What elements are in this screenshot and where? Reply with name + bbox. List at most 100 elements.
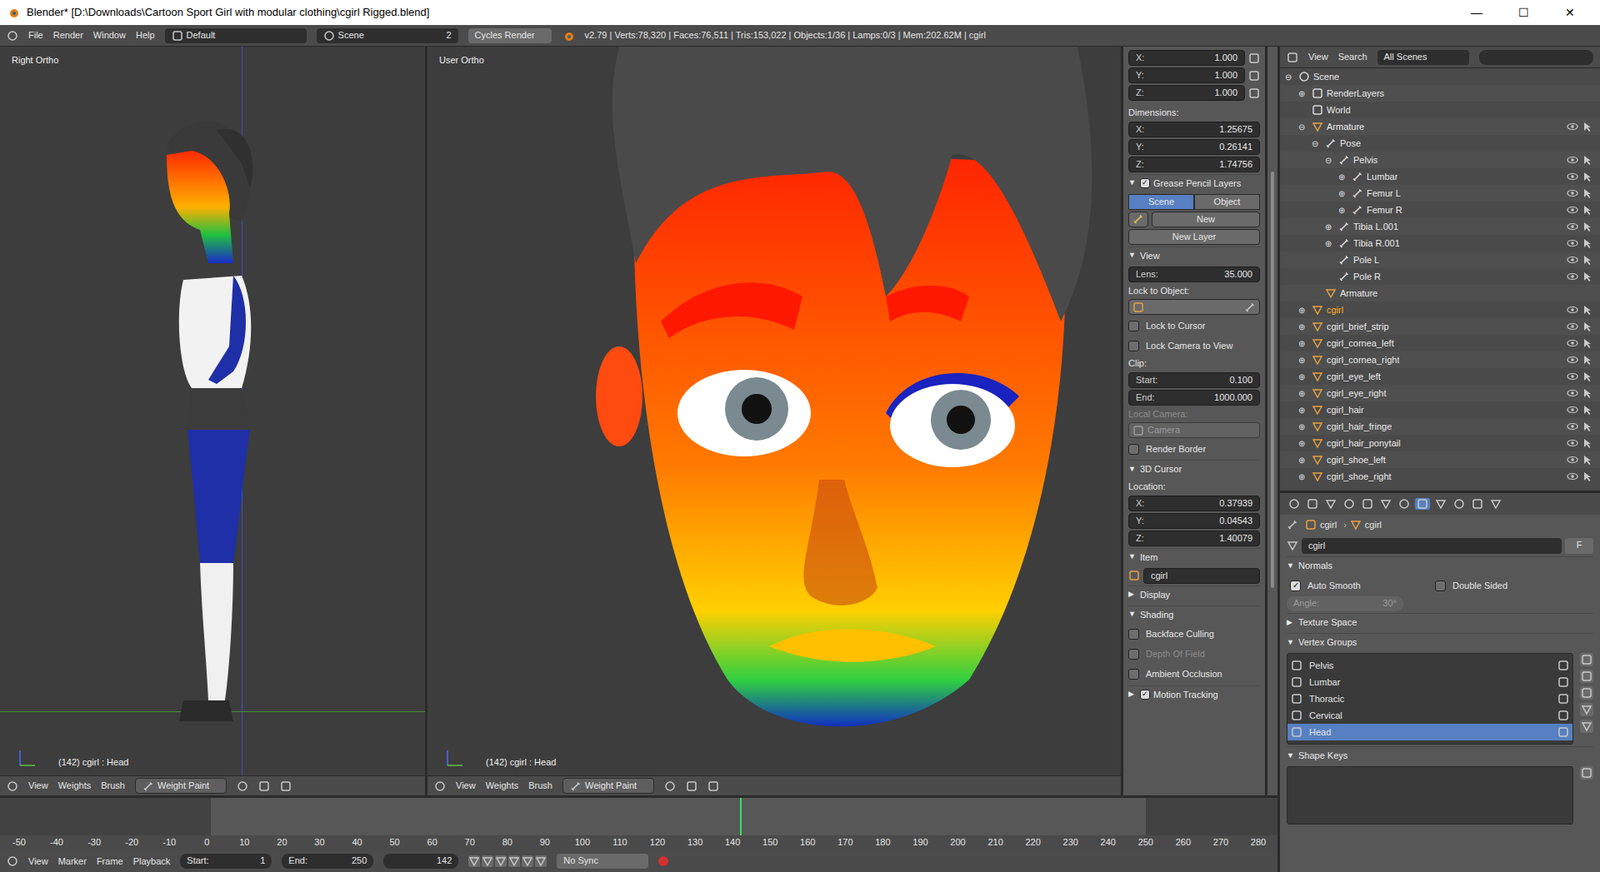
outliner-row[interactable]: ⊕Tibia R.001	[1280, 235, 1600, 252]
lock-object-field[interactable]	[1128, 299, 1260, 315]
vertex-group-row[interactable]: Lumbar	[1287, 674, 1573, 691]
dimension-field[interactable]: Z:1.74756	[1128, 156, 1260, 173]
cursor-field[interactable]: Y:0.04543	[1128, 513, 1260, 530]
mode-dropdown[interactable]: Weight Paint	[562, 778, 655, 795]
viewport-menu[interactable]: View	[28, 779, 49, 794]
main-menu[interactable]: Help	[135, 28, 155, 43]
outliner-row[interactable]: ⊖Pose	[1280, 135, 1600, 152]
vertex-group-row[interactable]: Thoracic	[1287, 690, 1573, 708]
layers-tab[interactable]	[1305, 498, 1320, 510]
dimension-field[interactable]: Y:0.26141	[1128, 139, 1260, 155]
viewport-menu[interactable]: Brush	[528, 779, 553, 794]
angle-field[interactable]: Angle:30°	[1286, 596, 1404, 612]
next-key-button[interactable]	[521, 855, 534, 868]
up-button[interactable]	[1580, 703, 1594, 717]
shading-checkbox[interactable]: ✓Depth Of Field	[1128, 645, 1260, 665]
search-field[interactable]	[1479, 50, 1594, 65]
normals-panel[interactable]: ▼Normals	[1286, 556, 1594, 575]
outliner-row[interactable]: ⊕Femur R	[1280, 201, 1600, 219]
timeline-ruler[interactable]: -50-40-30-20-100102030405060708090100110…	[0, 798, 1278, 851]
frame-field[interactable]: 142	[383, 854, 459, 870]
outliner-menu[interactable]: View	[1308, 50, 1329, 65]
view-checkbox[interactable]: ✓Lock Camera to View	[1128, 336, 1260, 355]
down-button[interactable]	[1580, 720, 1594, 734]
cursor-panel[interactable]: ▼3D Cursor	[1128, 460, 1260, 479]
outliner-row[interactable]: Armature	[1280, 285, 1600, 302]
window-control[interactable]: ☐	[1500, 4, 1547, 22]
shelf-scrollbar[interactable]	[1267, 46, 1278, 796]
view-checkbox[interactable]: ✓Lock to Cursor	[1128, 316, 1260, 335]
outliner-row[interactable]: ⊖Armature	[1280, 118, 1600, 135]
viewport-menu[interactable]: Weights	[485, 779, 520, 794]
grease-tab[interactable]: Scene	[1128, 194, 1195, 210]
outliner-row[interactable]: ⊕cgirl_eye_right	[1280, 385, 1600, 402]
physics-tab[interactable]	[1488, 498, 1504, 510]
outliner-row[interactable]: ⊖Pelvis	[1280, 151, 1600, 169]
mode-dropdown[interactable]: Weight Paint	[135, 778, 227, 795]
main-viewport[interactable]: User Ortho(142) cgirl : HeadViewWeightsB…	[427, 46, 1121, 796]
outliner-row[interactable]: Pole R	[1280, 268, 1600, 285]
menu-button[interactable]	[1580, 686, 1594, 700]
layout-field[interactable]: Default	[165, 28, 307, 44]
shading-panel[interactable]: ▼Shading	[1128, 605, 1260, 625]
timeline-menu[interactable]: Playback	[133, 855, 171, 870]
new-layer-button[interactable]: New Layer	[1128, 229, 1260, 245]
main-menu[interactable]: Window	[93, 28, 126, 43]
outliner-row[interactable]: ⊕cgirl_shoe_left	[1280, 451, 1600, 469]
outliner-row[interactable]: ⊕cgirl_brief_strip	[1280, 318, 1600, 335]
item-panel[interactable]: ▼Item	[1128, 548, 1260, 567]
start-field[interactable]: Start:1	[180, 854, 272, 870]
scene-field[interactable]: Scene2	[316, 28, 459, 44]
dimension-field[interactable]: X:1.25675	[1128, 121, 1260, 138]
modifiers-tab[interactable]	[1396, 498, 1412, 510]
viewport-menu[interactable]: Weights	[58, 779, 92, 794]
timeline-menu[interactable]: View	[28, 855, 49, 870]
prev-key-button[interactable]	[481, 855, 494, 868]
lens-field[interactable]: Lens:35.000	[1128, 266, 1260, 283]
record-button[interactable]	[658, 856, 669, 867]
texture-space-panel[interactable]: ▶Texture Space	[1286, 613, 1594, 632]
pencil-button[interactable]	[1128, 211, 1149, 228]
constraints-tab[interactable]	[1378, 498, 1394, 510]
add-button[interactable]	[1580, 653, 1594, 667]
vertex-groups-panel[interactable]: ▼Vertex Groups	[1286, 633, 1594, 652]
vertex-group-row[interactable]: Cervical	[1287, 707, 1573, 725]
remove-button[interactable]	[1580, 670, 1594, 684]
outliner-row[interactable]: ⊕cgirl_cornea_right	[1280, 351, 1600, 369]
outliner-row[interactable]: ⊕cgirl_eye_left	[1280, 368, 1600, 385]
window-control[interactable]: ✕	[1546, 4, 1594, 22]
side-viewport[interactable]: Right Ortho(142) cgirl : HeadViewWeights…	[0, 46, 425, 796]
grease-tab[interactable]: Object	[1194, 194, 1260, 210]
outliner-row[interactable]: ⊕Femur L	[1280, 185, 1600, 202]
motion-tracking-panel[interactable]: ▶✓Motion Tracking	[1128, 685, 1260, 705]
play-button[interactable]	[508, 855, 520, 868]
filter-dropdown[interactable]: All Scenes	[1377, 50, 1470, 65]
outliner-row[interactable]: World	[1280, 101, 1600, 119]
cursor-field[interactable]: X:0.37939	[1128, 495, 1260, 512]
outliner-row[interactable]: ⊖Scene	[1280, 68, 1600, 85]
item-name-field[interactable]: cgirl	[1143, 568, 1260, 585]
shading-checkbox[interactable]: ✓Ambient Occlusion	[1128, 665, 1260, 685]
scale-field[interactable]: Z:1.000	[1128, 85, 1245, 101]
reverse-button[interactable]	[495, 855, 507, 868]
world-tab[interactable]	[1341, 498, 1357, 510]
outliner-row[interactable]: ⊕cgirl_hair	[1280, 401, 1600, 419]
main-menu[interactable]: Render	[53, 28, 84, 43]
render-border-checkbox[interactable]: ✓Render Border	[1128, 440, 1260, 459]
vertex-group-row[interactable]: Head	[1287, 724, 1573, 741]
display-panel[interactable]: ▶Display	[1128, 585, 1260, 605]
playhead[interactable]	[740, 798, 742, 836]
shape-keys-panel[interactable]: ▼Shape Keys	[1286, 746, 1594, 765]
engine-dropdown[interactable]: Cycles Render	[468, 28, 552, 44]
window-control[interactable]: —	[1453, 4, 1500, 22]
fake-user-button[interactable]: F	[1565, 538, 1594, 555]
texture-tab[interactable]	[1451, 498, 1467, 510]
last-button[interactable]	[535, 855, 547, 868]
normals-checkbox[interactable]: ✓Auto Smooth	[1290, 576, 1415, 595]
end-field[interactable]: End:250	[281, 854, 374, 870]
outliner-row[interactable]: Pole L	[1280, 251, 1600, 269]
clip-field[interactable]: End:1000.000	[1128, 390, 1260, 406]
sync-dropdown[interactable]: No Sync	[556, 854, 649, 870]
view-panel[interactable]: ▼View	[1128, 246, 1260, 265]
outliner-row[interactable]: ⊕Lumbar	[1280, 168, 1600, 185]
